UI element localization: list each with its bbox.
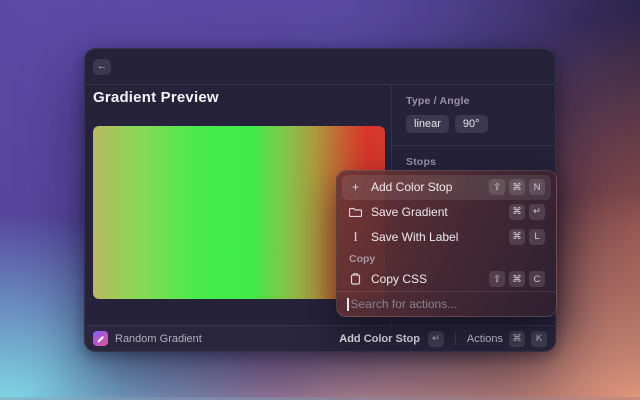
command-key-icon: ⌘ [509, 179, 525, 195]
action-item-save-with-label[interactable]: I Save With Label ⌘ L [342, 224, 551, 249]
type-badge: linear [406, 115, 449, 133]
shift-key-icon: ⇧ [489, 179, 505, 195]
clipboard-icon [348, 273, 363, 285]
return-key-icon: ↵ [428, 331, 444, 347]
command-key-icon: ⌘ [509, 271, 525, 287]
l-key-icon: L [529, 229, 545, 245]
gradient-app-icon [93, 331, 108, 346]
back-button[interactable]: ← [93, 59, 111, 75]
command-name: Random Gradient [115, 333, 202, 345]
return-key-icon: ↵ [529, 204, 545, 220]
text-cursor-icon: I [348, 229, 363, 245]
plus-icon: + [348, 180, 363, 194]
command-key-icon: ⌘ [509, 229, 525, 245]
k-key-icon: K [531, 331, 547, 347]
actions-search-bar [337, 291, 556, 316]
stops-label: Stops [406, 156, 541, 168]
footer-divider [455, 332, 456, 345]
panel-divider [392, 145, 555, 146]
action-label: Save Gradient [371, 205, 448, 219]
pen-icon [96, 334, 106, 344]
actions-panel: + Add Color Stop ⇧ ⌘ N Save Gradient ⌘ ↵… [336, 170, 557, 317]
back-arrow-icon: ← [97, 61, 107, 72]
angle-badge: 90° [455, 115, 488, 133]
command-key-icon: ⌘ [509, 204, 525, 220]
action-item-add-color-stop[interactable]: + Add Color Stop ⇧ ⌘ N [342, 175, 551, 200]
window-header: ← [85, 49, 555, 85]
copy-section-label: Copy [337, 249, 556, 267]
action-label: Add Color Stop [371, 180, 452, 194]
page-title: Gradient Preview [93, 89, 219, 106]
desktop-background: ← Gradient Preview Type / Angle linear 9… [0, 0, 640, 400]
action-label: Copy CSS [371, 272, 427, 286]
n-key-icon: N [529, 179, 545, 195]
status-bar: Random Gradient Add Color Stop ↵ Actions… [85, 325, 555, 351]
type-angle-label: Type / Angle [406, 95, 541, 107]
actions-search-input[interactable] [351, 297, 547, 311]
actions-menu-button[interactable]: Actions [467, 333, 503, 345]
folder-icon [348, 206, 363, 217]
primary-action-button[interactable]: Add Color Stop [339, 333, 420, 345]
shift-key-icon: ⇧ [489, 271, 505, 287]
text-caret [347, 298, 349, 311]
action-item-copy-css[interactable]: Copy CSS ⇧ ⌘ C [342, 267, 551, 292]
command-key-icon: ⌘ [509, 331, 525, 347]
action-label: Save With Label [371, 230, 458, 244]
c-key-icon: C [529, 271, 545, 287]
action-item-save-gradient[interactable]: Save Gradient ⌘ ↵ [342, 200, 551, 225]
